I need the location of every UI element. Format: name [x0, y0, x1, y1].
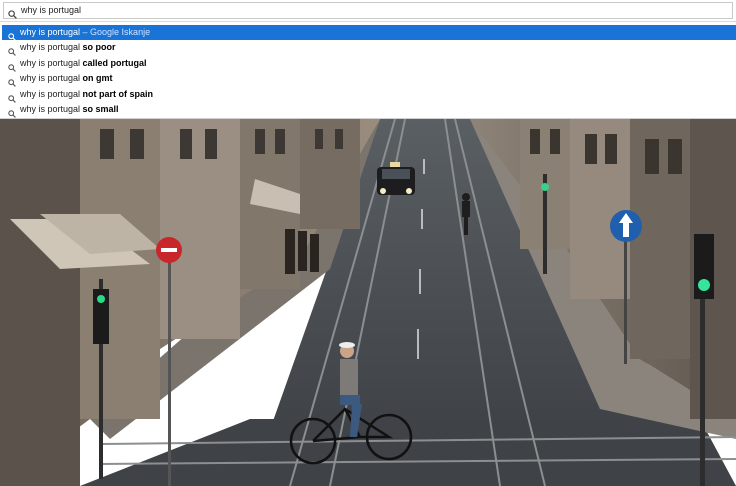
- pedestrians: [285, 229, 319, 274]
- suggestion-label: why is portugal not part of spain: [20, 89, 154, 99]
- suggestion-label: why is portugal so small: [20, 104, 119, 114]
- suggestion-item[interactable]: why is portugal so poor: [2, 40, 736, 56]
- suggestion-item[interactable]: why is portugal not part of spain: [2, 87, 736, 103]
- suggestion-item[interactable]: why is portugal called portugal: [2, 56, 736, 72]
- suggestion-label: why is portugal called portugal: [20, 58, 147, 68]
- search-input-text: why is portugal: [21, 5, 82, 15]
- suggestion-label: why is portugal on gmt: [20, 73, 113, 83]
- road-lower: [80, 419, 736, 486]
- suggestion-item[interactable]: why is portugal on gmt: [2, 71, 736, 87]
- omnibox: why is portugal: [0, 0, 736, 22]
- suggestion-item[interactable]: why is portugal so small: [2, 102, 736, 118]
- street-photo: [0, 119, 736, 486]
- search-input[interactable]: why is portugal: [3, 2, 733, 19]
- suggestion-item[interactable]: why is portugal – Google Iskanje: [2, 25, 736, 41]
- suggestion-label: why is portugal so poor: [20, 42, 116, 52]
- suggestion-label: why is portugal – Google Iskanje: [20, 27, 151, 37]
- suggestion-dropdown: why is portugal – Google Iskanje why is …: [0, 22, 736, 119]
